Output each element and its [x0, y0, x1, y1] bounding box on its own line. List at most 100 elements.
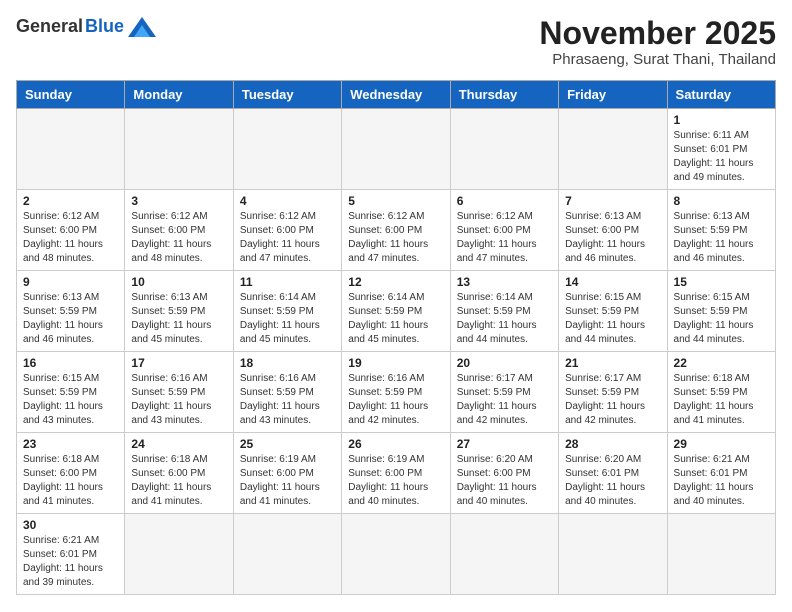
calendar-cell: 27 Sunrise: 6:20 AM Sunset: 6:00 PM Dayli…: [450, 433, 558, 514]
day-info: Sunrise: 6:13 AM Sunset: 5:59 PM Dayligh…: [674, 210, 769, 266]
logo-general-text: General: [16, 16, 83, 37]
page-header: General Blue November 2025 Phrasaeng, Su…: [16, 16, 776, 68]
calendar-cell: 11 Sunrise: 6:14 AM Sunset: 5:59 PM Dayli…: [233, 271, 341, 352]
day-number: 23: [23, 437, 118, 451]
day-number: 28: [565, 437, 660, 451]
calendar-cell: 6 Sunrise: 6:12 AM Sunset: 6:00 PM Daylig…: [450, 190, 558, 271]
day-number: 7: [565, 194, 660, 208]
day-number: 14: [565, 275, 660, 289]
calendar-cell: 4 Sunrise: 6:12 AM Sunset: 6:00 PM Daylig…: [233, 190, 341, 271]
day-number: 17: [131, 356, 226, 370]
day-number: 9: [23, 275, 118, 289]
day-number: 18: [240, 356, 335, 370]
calendar-cell: [559, 514, 667, 595]
day-number: 24: [131, 437, 226, 451]
calendar-cell: 29Sunrise: 6:21 AM Sunset: 6:01 PM Dayli…: [667, 433, 775, 514]
logo-icon: [128, 17, 156, 37]
day-info: Sunrise: 6:14 AM Sunset: 5:59 PM Dayligh…: [240, 291, 335, 347]
day-info: Sunrise: 6:20 AM Sunset: 6:01 PM Dayligh…: [565, 453, 660, 509]
location-subtitle: Phrasaeng, Surat Thani, Thailand: [539, 51, 776, 68]
day-number: 21: [565, 356, 660, 370]
day-info: Sunrise: 6:12 AM Sunset: 6:00 PM Dayligh…: [457, 210, 552, 266]
day-info: Sunrise: 6:15 AM Sunset: 5:59 PM Dayligh…: [565, 291, 660, 347]
day-info: Sunrise: 6:17 AM Sunset: 5:59 PM Dayligh…: [565, 372, 660, 428]
day-number: 8: [674, 194, 769, 208]
column-header-thursday: Thursday: [450, 81, 558, 109]
day-number: 6: [457, 194, 552, 208]
calendar-cell: 15 Sunrise: 6:15 AM Sunset: 5:59 PM Dayli…: [667, 271, 775, 352]
day-number: 30: [23, 518, 118, 532]
day-number: 5: [348, 194, 443, 208]
calendar-week-row: 1 Sunrise: 6:11 AM Sunset: 6:01 PM Daylig…: [17, 109, 776, 190]
calendar-cell: 10 Sunrise: 6:13 AM Sunset: 5:59 PM Dayli…: [125, 271, 233, 352]
day-number: 27: [457, 437, 552, 451]
calendar-cell: 20Sunrise: 6:17 AM Sunset: 5:59 PM Dayli…: [450, 352, 558, 433]
day-number: 3: [131, 194, 226, 208]
day-info: Sunrise: 6:13 AM Sunset: 6:00 PM Dayligh…: [565, 210, 660, 266]
calendar-header-row: SundayMondayTuesdayWednesdayThursdayFrid…: [17, 81, 776, 109]
day-info: Sunrise: 6:20 AM Sunset: 6:00 PM Dayligh…: [457, 453, 552, 509]
day-info: Sunrise: 6:12 AM Sunset: 6:00 PM Dayligh…: [23, 210, 118, 266]
month-title: November 2025: [539, 16, 776, 51]
calendar-cell: 30Sunrise: 6:21 AM Sunset: 6:01 PM Dayli…: [17, 514, 125, 595]
day-info: Sunrise: 6:14 AM Sunset: 5:59 PM Dayligh…: [457, 291, 552, 347]
calendar-week-row: 23 Sunrise: 6:18 AM Sunset: 6:00 PM Dayli…: [17, 433, 776, 514]
day-number: 11: [240, 275, 335, 289]
day-number: 29: [674, 437, 769, 451]
day-number: 10: [131, 275, 226, 289]
calendar-cell: 13 Sunrise: 6:14 AM Sunset: 5:59 PM Dayli…: [450, 271, 558, 352]
calendar-cell: 7 Sunrise: 6:13 AM Sunset: 6:00 PM Daylig…: [559, 190, 667, 271]
day-number: 1: [674, 113, 769, 127]
calendar-cell: 12 Sunrise: 6:14 AM Sunset: 5:59 PM Dayli…: [342, 271, 450, 352]
day-info: Sunrise: 6:14 AM Sunset: 5:59 PM Dayligh…: [348, 291, 443, 347]
day-info: Sunrise: 6:19 AM Sunset: 6:00 PM Dayligh…: [348, 453, 443, 509]
calendar-cell: 28 Sunrise: 6:20 AM Sunset: 6:01 PM Dayli…: [559, 433, 667, 514]
calendar-cell: 17 Sunrise: 6:16 AM Sunset: 5:59 PM Dayli…: [125, 352, 233, 433]
column-header-friday: Friday: [559, 81, 667, 109]
day-number: 12: [348, 275, 443, 289]
calendar-cell: [450, 109, 558, 190]
day-info: Sunrise: 6:18 AM Sunset: 6:00 PM Dayligh…: [23, 453, 118, 509]
calendar-cell: [559, 109, 667, 190]
day-number: 13: [457, 275, 552, 289]
calendar-cell: [125, 514, 233, 595]
calendar-cell: 22Sunrise: 6:18 AM Sunset: 5:59 PM Dayli…: [667, 352, 775, 433]
calendar-cell: [17, 109, 125, 190]
calendar-cell: 25Sunrise: 6:19 AM Sunset: 6:00 PM Dayli…: [233, 433, 341, 514]
day-info: Sunrise: 6:16 AM Sunset: 5:59 PM Dayligh…: [240, 372, 335, 428]
day-number: 16: [23, 356, 118, 370]
day-info: Sunrise: 6:12 AM Sunset: 6:00 PM Dayligh…: [240, 210, 335, 266]
title-area: November 2025 Phrasaeng, Surat Thani, Th…: [539, 16, 776, 68]
column-header-monday: Monday: [125, 81, 233, 109]
calendar-cell: [342, 109, 450, 190]
day-info: Sunrise: 6:13 AM Sunset: 5:59 PM Dayligh…: [23, 291, 118, 347]
calendar-week-row: 2 Sunrise: 6:12 AM Sunset: 6:00 PM Daylig…: [17, 190, 776, 271]
day-info: Sunrise: 6:12 AM Sunset: 6:00 PM Dayligh…: [348, 210, 443, 266]
calendar-cell: 21 Sunrise: 6:17 AM Sunset: 5:59 PM Dayli…: [559, 352, 667, 433]
day-number: 4: [240, 194, 335, 208]
logo-blue-text: Blue: [85, 16, 124, 37]
calendar-cell: [233, 109, 341, 190]
day-number: 15: [674, 275, 769, 289]
calendar-cell: 8 Sunrise: 6:13 AM Sunset: 5:59 PM Daylig…: [667, 190, 775, 271]
calendar-cell: 1 Sunrise: 6:11 AM Sunset: 6:01 PM Daylig…: [667, 109, 775, 190]
column-header-saturday: Saturday: [667, 81, 775, 109]
calendar-cell: 19Sunrise: 6:16 AM Sunset: 5:59 PM Dayli…: [342, 352, 450, 433]
day-info: Sunrise: 6:13 AM Sunset: 5:59 PM Dayligh…: [131, 291, 226, 347]
calendar-cell: [667, 514, 775, 595]
calendar-week-row: 16Sunrise: 6:15 AM Sunset: 5:59 PM Dayli…: [17, 352, 776, 433]
column-header-tuesday: Tuesday: [233, 81, 341, 109]
calendar-cell: 24Sunrise: 6:18 AM Sunset: 6:00 PM Dayli…: [125, 433, 233, 514]
day-info: Sunrise: 6:17 AM Sunset: 5:59 PM Dayligh…: [457, 372, 552, 428]
day-info: Sunrise: 6:16 AM Sunset: 5:59 PM Dayligh…: [131, 372, 226, 428]
day-info: Sunrise: 6:11 AM Sunset: 6:01 PM Dayligh…: [674, 129, 769, 185]
calendar-cell: 2 Sunrise: 6:12 AM Sunset: 6:00 PM Daylig…: [17, 190, 125, 271]
calendar-cell: 26 Sunrise: 6:19 AM Sunset: 6:00 PM Dayli…: [342, 433, 450, 514]
calendar-cell: 5 Sunrise: 6:12 AM Sunset: 6:00 PM Daylig…: [342, 190, 450, 271]
calendar-week-row: 30Sunrise: 6:21 AM Sunset: 6:01 PM Dayli…: [17, 514, 776, 595]
day-number: 2: [23, 194, 118, 208]
day-number: 26: [348, 437, 443, 451]
calendar-cell: [450, 514, 558, 595]
day-info: Sunrise: 6:15 AM Sunset: 5:59 PM Dayligh…: [674, 291, 769, 347]
column-header-wednesday: Wednesday: [342, 81, 450, 109]
